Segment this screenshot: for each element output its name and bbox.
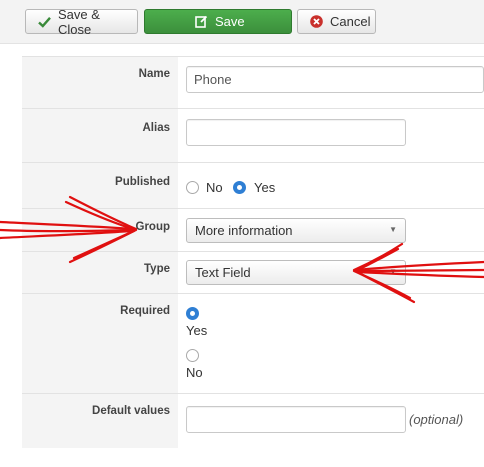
- row-divider: [22, 56, 484, 57]
- row-divider: [22, 393, 484, 394]
- published-yes-radio[interactable]: [233, 181, 246, 194]
- row-divider: [22, 162, 484, 163]
- type-label: Type: [144, 263, 170, 275]
- required-label: Required: [120, 305, 170, 317]
- cancel-button[interactable]: Cancel: [297, 9, 376, 34]
- required-no-label: No: [186, 365, 203, 380]
- published-no-radio[interactable]: [186, 181, 199, 194]
- type-select[interactable]: Text Field ▼: [186, 260, 406, 285]
- row-divider: [22, 208, 484, 209]
- row-divider: [22, 293, 484, 294]
- cancel-icon: [310, 15, 323, 28]
- edit-icon: [195, 15, 208, 28]
- optional-hint: (optional): [409, 412, 464, 427]
- cancel-label: Cancel: [330, 14, 371, 29]
- type-select-value: Text Field: [195, 265, 251, 280]
- default-values-field[interactable]: [186, 406, 406, 433]
- required-yes-label: Yes: [186, 323, 208, 338]
- group-select[interactable]: More information ▼: [186, 218, 406, 243]
- group-label: Group: [135, 221, 171, 233]
- row-divider: [22, 108, 484, 109]
- alias-field[interactable]: [186, 119, 406, 146]
- chevron-down-icon: ▼: [389, 225, 397, 234]
- required-yes-radio[interactable]: [186, 307, 199, 320]
- row-divider: [22, 251, 484, 252]
- published-no-label: No: [206, 180, 223, 195]
- check-icon: [38, 16, 51, 28]
- chevron-down-icon: ▼: [389, 267, 397, 276]
- default-values-label: Default values: [92, 405, 170, 417]
- save-button[interactable]: Save: [144, 9, 292, 34]
- alias-label: Alias: [142, 122, 171, 134]
- save-label: Save: [215, 14, 245, 29]
- save-close-label: Save & Close: [58, 6, 100, 37]
- save-close-button[interactable]: Save & Close: [25, 6, 138, 37]
- name-label: Name: [138, 68, 170, 80]
- toolbar: Save & Close Save Cancel: [0, 0, 484, 44]
- required-no-radio[interactable]: [186, 349, 199, 362]
- group-select-value: More information: [195, 223, 293, 238]
- name-field[interactable]: Phone: [186, 66, 484, 93]
- published-yes-label: Yes: [254, 180, 276, 195]
- published-label: Published: [115, 176, 170, 188]
- form-label-column: [22, 56, 178, 448]
